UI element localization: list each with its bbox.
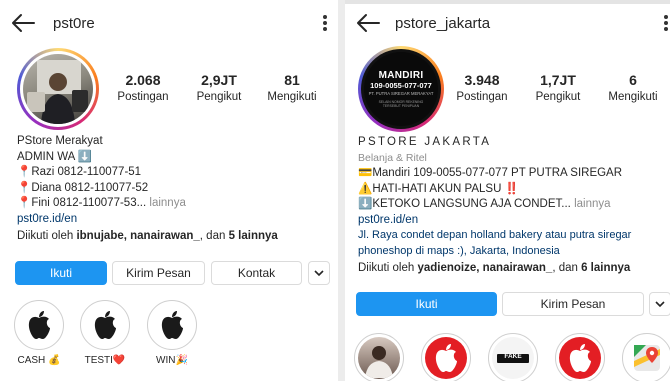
highlight-label: TESTI❤️ — [84, 355, 126, 366]
chevron-down-icon — [314, 270, 324, 277]
bio: PSTORE JAKARTA Belanja & Ritel 💳Mandiri … — [358, 135, 670, 277]
avatar[interactable]: MANDIRI 109-0055-077-077 PT. PUTRA SIREG… — [358, 46, 444, 132]
stat-label: Mengikuti — [267, 91, 317, 103]
follow-button[interactable]: Ikuti — [356, 292, 497, 316]
chevron-down-icon — [655, 301, 665, 308]
more-link[interactable]: lainnya — [574, 198, 610, 210]
highlight-cash[interactable] — [14, 300, 64, 350]
bio-contact: 📍Fini 0812-110077-53... — [17, 197, 147, 209]
followed-prefix: Diikuti oleh — [358, 262, 418, 274]
followed-by[interactable]: Diikuti oleh ibnujabe, nanairawan_, dan … — [17, 229, 337, 245]
profile-username: pstore_jakarta — [395, 15, 491, 32]
followed-prefix: Diikuti oleh — [17, 230, 77, 242]
stat-value: 2,9JT — [201, 72, 237, 88]
stat-followers[interactable]: 2,9JT Pengikut — [179, 72, 259, 103]
bio-contact: 📍Razi 0812-110077-51 — [17, 166, 142, 178]
bio-line: ⚠️HATI-HATI AKUN PALSU ‼️ — [358, 182, 519, 195]
followed-names: ibnujabe, nanairawan_ — [76, 230, 200, 242]
apple-icon — [435, 344, 457, 372]
stat-following[interactable]: 6 Mengikuti — [593, 72, 670, 103]
followed-mid: , dan — [199, 230, 229, 242]
profile-pst0re: pst0re 2.068 Postingan 2,9JT Pengikut 81… — [0, 0, 338, 381]
panel-divider — [338, 0, 345, 381]
stat-label: Postingan — [117, 91, 169, 103]
address-line[interactable]: Jl. Raya condet depan holland bakery ata… — [358, 228, 670, 244]
highlight-red-apple-2[interactable] — [555, 333, 605, 381]
stat-value: 81 — [284, 72, 300, 88]
highlight-label: WIN🎉 — [156, 355, 188, 366]
bio-line: ⬇️KETOKO LANGSUNG AJA CONDET... — [358, 198, 571, 210]
message-button[interactable]: Kirim Pesan — [502, 292, 644, 316]
stat-label: Pengikut — [196, 91, 242, 103]
website-link[interactable]: pst0re.id/en — [17, 212, 337, 228]
profile-name: PSTORE JAKARTA — [358, 136, 492, 148]
profile-category: Belanja & Ritel — [358, 151, 427, 164]
stat-label: Pengikut — [535, 91, 581, 103]
stat-label: Mengikuti — [608, 91, 658, 103]
website-link[interactable]: pst0re.id/en — [358, 213, 670, 229]
followed-count: 6 lainnya — [581, 262, 631, 274]
suggestions-button[interactable] — [308, 261, 330, 285]
bio-admin: ADMIN WA ⬇️ — [17, 150, 93, 163]
highlight-maps[interactable] — [622, 333, 670, 381]
avatar[interactable] — [17, 48, 99, 130]
highlight-win[interactable] — [147, 300, 197, 350]
address-line[interactable]: phoneshop di maps :), Jakarta, Indonesia — [358, 244, 670, 260]
fake-label: FAKE — [504, 353, 522, 360]
bio: PStore Merakyat ADMIN WA ⬇️ 📍Razi 0812-1… — [17, 134, 337, 245]
profile-header: pst0re — [0, 8, 338, 38]
highlight-testi[interactable] — [80, 300, 130, 350]
profile-pstore-jakarta: pstore_jakarta MANDIRI 109-0055-077-077 … — [345, 0, 670, 381]
more-options-icon[interactable] — [322, 13, 328, 33]
apple-icon — [28, 311, 50, 339]
avatar-title: MANDIRI — [378, 70, 424, 81]
message-button[interactable]: Kirim Pesan — [112, 261, 205, 285]
follow-button[interactable]: Ikuti — [15, 261, 107, 285]
more-link[interactable]: lainnya — [149, 197, 185, 209]
apple-icon — [94, 311, 116, 339]
avatar-note: SELAIN NOMOR REKENING TERSEBUT PENIPUAN — [378, 100, 424, 108]
followed-names: yadienoize, nanairawan_ — [417, 262, 553, 274]
avatar-company: PT. PUTRA SIREGAR MERAKYAT — [368, 91, 434, 96]
bio-contact: 📍Diana 0812-110077-52 — [17, 181, 149, 194]
profile-header: pstore_jakarta — [345, 8, 670, 38]
apple-icon — [569, 344, 591, 372]
highlight-label: CASH 💰 — [17, 355, 61, 366]
highlight-fake[interactable]: FAKE — [488, 333, 538, 381]
stat-value: 3.948 — [464, 72, 500, 88]
more-options-icon[interactable] — [663, 13, 669, 33]
top-strip — [345, 0, 670, 4]
stat-posts[interactable]: 2.068 Postingan — [103, 72, 183, 103]
google-maps-icon — [634, 345, 660, 371]
bio-line: 💳Mandiri 109-0055-077-077 PT PUTRA SIREG… — [358, 167, 623, 179]
followed-by[interactable]: Diikuti oleh yadienoize, nanairawan_, da… — [358, 261, 670, 277]
stat-posts[interactable]: 3.948 Postingan — [442, 72, 522, 103]
suggestions-button[interactable] — [649, 292, 670, 316]
back-arrow-icon[interactable] — [10, 11, 36, 35]
back-arrow-icon[interactable] — [355, 11, 381, 35]
stat-value: 1,7JT — [540, 72, 576, 88]
stat-following[interactable]: 81 Mengikuti — [252, 72, 332, 103]
avatar-number: 109-0055-077-077 — [370, 81, 432, 90]
contact-button[interactable]: Kontak — [211, 261, 302, 285]
stat-value: 2.068 — [125, 72, 161, 88]
apple-icon — [161, 311, 183, 339]
highlight-red-apple[interactable] — [421, 333, 471, 381]
profile-username: pst0re — [53, 15, 95, 32]
stat-followers[interactable]: 1,7JT Pengikut — [518, 72, 598, 103]
profile-name: PStore Merakyat — [17, 135, 103, 147]
followed-mid: , dan — [552, 262, 582, 274]
stat-label: Postingan — [456, 91, 508, 103]
highlight-photo[interactable] — [354, 333, 404, 381]
followed-count: 5 lainnya — [228, 230, 278, 242]
stat-value: 6 — [629, 72, 637, 88]
